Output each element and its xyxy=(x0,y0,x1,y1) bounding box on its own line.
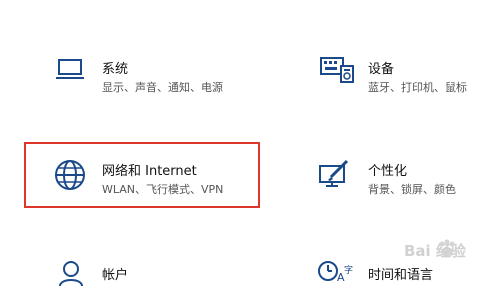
tile-title: 帐户 xyxy=(102,268,129,283)
globe-icon xyxy=(53,158,87,192)
keyboard-printer-icon xyxy=(319,56,355,84)
laptop-icon xyxy=(54,58,86,82)
tile-title: 设备 xyxy=(368,62,395,77)
tile-personalization[interactable]: 个性化 背景、锁屏、颜色 xyxy=(305,150,495,200)
tile-description: WLAN、飞行模式、VPN xyxy=(102,183,224,196)
tile-title: 网络和 Internet xyxy=(102,164,197,179)
tile-devices[interactable]: 设备 蓝牙、打印机、鼠标 xyxy=(305,50,495,100)
monitor-brush-icon xyxy=(317,158,353,190)
tile-title: 个性化 xyxy=(368,164,408,179)
watermark-text: Bai 经验 xyxy=(404,242,466,260)
tile-system[interactable]: 系统 显示、声音、通知、电源 xyxy=(40,50,260,100)
tile-network-internet[interactable]: 网络和 Internet WLAN、飞行模式、VPN xyxy=(40,150,255,200)
tile-description: 显示、声音、通知、电源 xyxy=(102,81,223,94)
tile-description: 蓝牙、打印机、鼠标 xyxy=(368,81,467,94)
tile-accounts[interactable]: 帐户 xyxy=(40,255,260,286)
watermark: Bai 经验 xyxy=(396,230,496,264)
tile-description: 背景、锁屏、颜色 xyxy=(368,183,456,196)
person-icon xyxy=(58,260,84,286)
tile-title: 系统 xyxy=(102,62,129,77)
svg-text:字: 字 xyxy=(344,264,353,276)
clock-language-icon: A 字 xyxy=(317,259,353,283)
tile-title: 时间和语言 xyxy=(368,268,434,283)
